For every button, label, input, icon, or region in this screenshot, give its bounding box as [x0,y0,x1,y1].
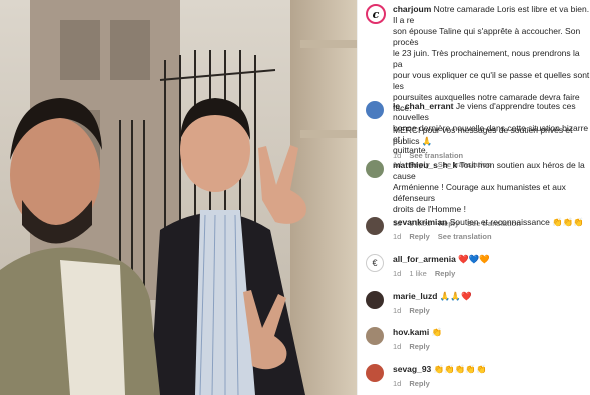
comment-username[interactable]: hov.kami [393,327,429,337]
reply-button[interactable]: Reply [409,306,429,315]
avatar[interactable]: € [366,254,384,272]
comment-age: 1d [393,379,402,388]
comment-likes[interactable]: 1 like [409,269,427,278]
photo-illustration [0,0,357,395]
avatar[interactable] [366,364,384,382]
comment-username[interactable]: le_chah_errant [393,101,453,111]
comment-username[interactable]: marie_luzd [393,291,437,301]
comment-username[interactable]: matthieu_s_h_k [393,160,457,170]
reply-button[interactable]: Reply [409,379,429,388]
avatar[interactable] [366,217,384,235]
comment-text: Soutien et reconnaissance 👏👏👏 [449,217,585,227]
comment-text: 🙏🙏❤️ [439,291,472,301]
comment-username[interactable]: sevag_93 [393,364,431,374]
reply-button[interactable]: Reply [409,232,429,241]
post-username[interactable]: charjoum [393,4,431,14]
avatar[interactable] [366,160,384,178]
comment-username[interactable]: all_for_armenia [393,254,456,264]
charjoum-logo-icon[interactable]: c [366,4,386,24]
avatar[interactable] [366,327,384,345]
instagram-post-view: c charjoum Notre camarade Loris est libr… [0,0,590,395]
comment-age: 1d [393,342,402,351]
comment-age: 1d [393,269,402,278]
see-translation-link[interactable]: See translation [438,232,492,241]
comment-text: ❤️💙🧡 [458,254,490,264]
comment-text: 👏 [431,327,443,337]
comment-age: 1d [393,306,402,315]
comments-panel[interactable]: c charjoum Notre camarade Loris est libr… [357,0,590,395]
reply-button[interactable]: Reply [409,342,429,351]
reply-button[interactable]: Reply [435,269,455,278]
comment-username[interactable]: sevankrimian [393,217,447,227]
avatar[interactable] [366,291,384,309]
avatar[interactable] [366,101,384,119]
comment-age: 1d [393,232,402,241]
comment-text: 👏👏👏👏👏 [433,364,487,374]
post-photo[interactable] [0,0,357,395]
